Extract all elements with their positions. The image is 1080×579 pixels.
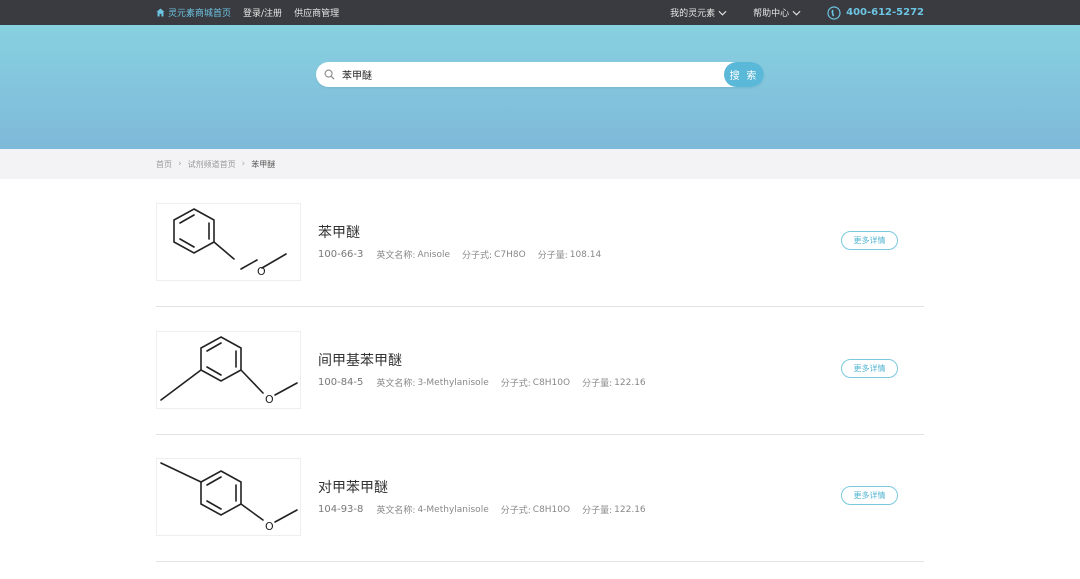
english-name-label: 英文名称: [376, 251, 416, 261]
breadcrumb-current: 苯甲醚 [251, 159, 276, 169]
anisole-structure: O [173, 208, 287, 278]
4-methylanisole-structure: O [160, 462, 298, 533]
structure-image[interactable]: O [156, 203, 301, 281]
my-account-label: 我的灵元素 [670, 9, 716, 19]
english-name-label: 英文名称: [376, 506, 416, 516]
molecular-weight-label: 分子量: [582, 506, 613, 516]
english-name-label: 英文名称: [376, 379, 416, 389]
cas-number: 100-84-5 [318, 377, 364, 388]
molecular-weight-label: 分子量: [582, 379, 613, 389]
home-icon [156, 8, 165, 17]
oxygen-atom-label: O [257, 265, 266, 278]
english-name: 3-Methylanisole [417, 377, 489, 388]
phone-icon [827, 5, 841, 20]
help-center-label: 帮助中心 [753, 9, 790, 19]
product-meta: 100-66-3 英文名称: Anisole 分子式: C7H8O 分子量: 1… [318, 248, 613, 261]
chevron-right-icon: › [241, 159, 246, 169]
formula: C8H10O [532, 504, 571, 515]
molecular-weight: 108.14 [569, 249, 602, 260]
breadcrumb-reagent-channel[interactable]: 试剂频道首页 [188, 159, 236, 170]
top-nav-bar: 灵元素商城首页 登录/注册 供应商管理 我的灵元素 帮助中心 400-612-5… [0, 0, 1080, 25]
formula-label: 分子式: [500, 506, 531, 516]
3-methylanisole-structure: O [160, 336, 298, 406]
search-icon [324, 69, 335, 80]
formula: C8H10O [532, 377, 571, 388]
breadcrumb: 首页 › 试剂频道首页 › 苯甲醚 [156, 149, 275, 179]
product-item: O 苯甲醚 100-66-3 英文名称: Anisole 分子式: C7H8O … [156, 203, 924, 307]
search-box: 搜 索 [316, 62, 764, 87]
product-item: O 对甲苯甲醚 104-93-8 英文名称: 4-Methylanisole 分… [156, 458, 924, 562]
molecular-weight: 122.16 [614, 504, 646, 515]
help-center-menu[interactable]: 帮助中心 [753, 6, 801, 19]
top-nav-right: 我的灵元素 帮助中心 400-612-5272 [670, 0, 924, 25]
chevron-down-icon [718, 10, 727, 16]
structure-image[interactable]: O [156, 331, 301, 409]
structure-image[interactable]: O [156, 458, 301, 536]
molecular-weight: 122.16 [614, 377, 646, 388]
product-name[interactable]: 对甲苯甲醚 [318, 477, 388, 497]
formula-label: 分子式: [500, 379, 531, 389]
my-account-menu[interactable]: 我的灵元素 [670, 6, 727, 19]
chevron-right-icon: › [178, 159, 182, 169]
product-name[interactable]: 苯甲醚 [318, 222, 360, 242]
formula-label: 分子式: [462, 251, 493, 261]
more-details-button[interactable]: 更多详情 [841, 231, 898, 250]
english-name: Anisole [417, 249, 451, 260]
oxygen-atom-label: O [265, 393, 274, 406]
chevron-down-icon [792, 10, 801, 16]
more-details-button[interactable]: 更多详情 [841, 359, 898, 378]
product-meta: 100-84-5 英文名称: 3-Methylanisole 分子式: C8H1… [318, 376, 658, 389]
oxygen-atom-label: O [265, 520, 274, 533]
molecular-weight-label: 分子量: [537, 251, 568, 261]
formula: C7H8O [494, 249, 526, 260]
search-button[interactable]: 搜 索 [724, 62, 764, 87]
supplier-management-link[interactable]: 供应商管理 [294, 6, 339, 19]
hotline: 400-612-5272 [827, 5, 924, 20]
home-link-label: 灵元素商城首页 [168, 9, 232, 19]
home-link[interactable]: 灵元素商城首页 [156, 6, 231, 19]
hotline-number: 400-612-5272 [846, 7, 924, 18]
cas-number: 100-66-3 [318, 249, 364, 260]
breadcrumb-bar: 首页 › 试剂频道首页 › 苯甲醚 [0, 149, 1080, 179]
breadcrumb-home[interactable]: 首页 [156, 159, 172, 170]
product-meta: 104-93-8 英文名称: 4-Methylanisole 分子式: C8H1… [318, 503, 658, 516]
search-banner: 搜 索 [0, 25, 1080, 149]
top-nav-left: 灵元素商城首页 登录/注册 供应商管理 [156, 0, 339, 25]
search-input[interactable] [342, 65, 722, 84]
login-register-link[interactable]: 登录/注册 [243, 6, 282, 19]
english-name: 4-Methylanisole [417, 504, 489, 515]
more-details-button[interactable]: 更多详情 [841, 486, 898, 505]
product-name[interactable]: 间甲基苯甲醚 [318, 350, 402, 370]
product-item: O 间甲基苯甲醚 100-84-5 英文名称: 3-Methylanisole … [156, 331, 924, 435]
cas-number: 104-93-8 [318, 504, 364, 515]
